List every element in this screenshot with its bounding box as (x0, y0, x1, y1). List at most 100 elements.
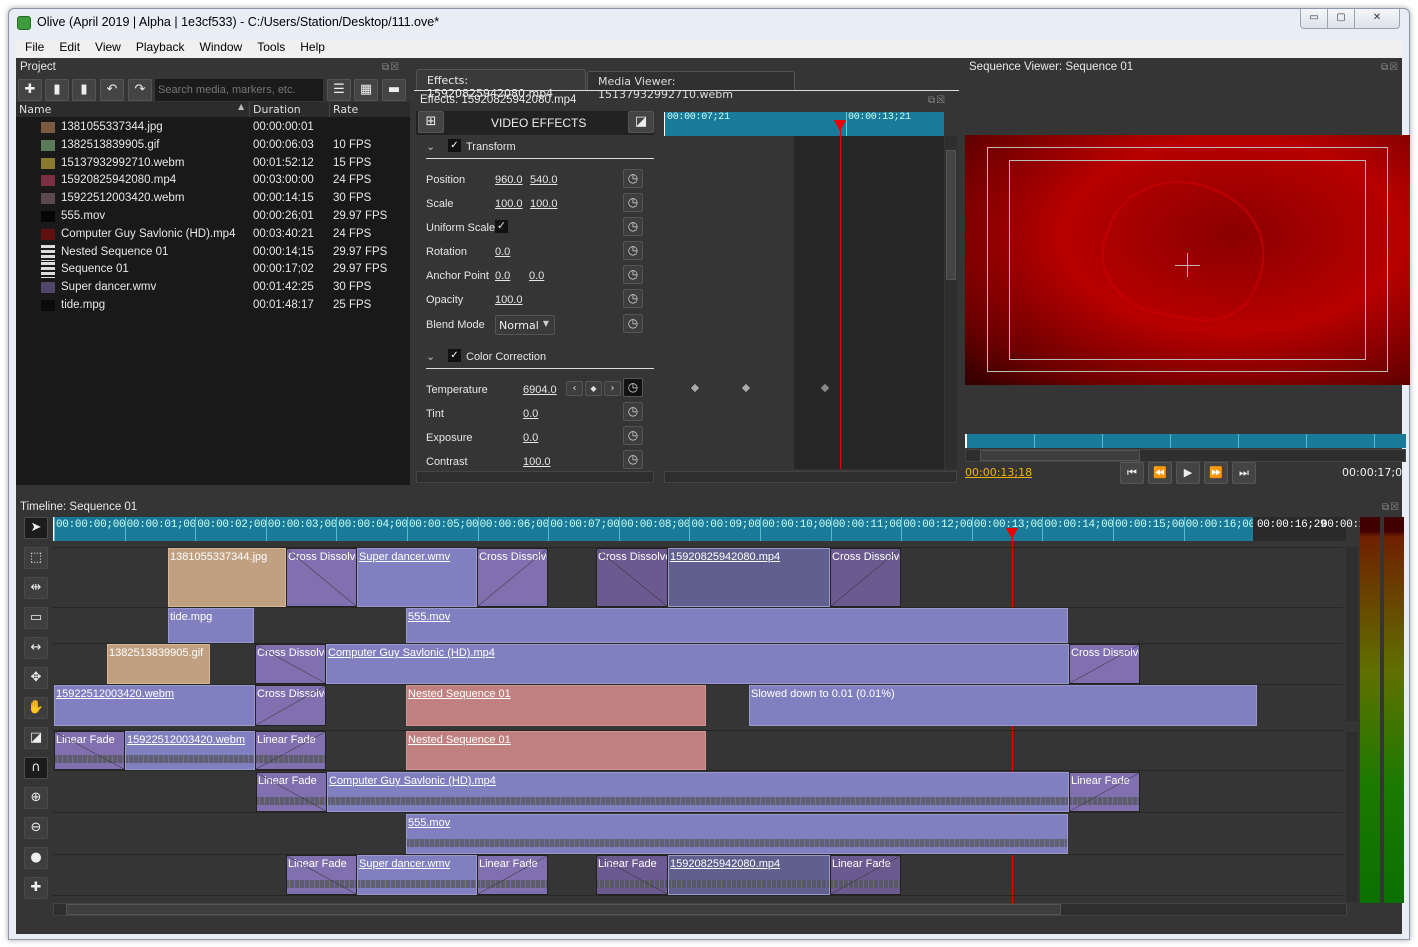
transition-clip[interactable]: Linear Fade (255, 731, 326, 770)
menu-playback[interactable]: Playback (127, 39, 191, 54)
keyframe-toggle-button[interactable]: ◷ (623, 193, 643, 212)
zoom-out-button[interactable]: ⊖ (24, 817, 48, 839)
timeline-clip[interactable]: 15920825942080.mp4 (668, 548, 830, 607)
collapse-chevron-icon[interactable]: ⌄ (426, 350, 435, 363)
record-button[interactable]: ● (24, 847, 48, 869)
transition-clip[interactable]: Cross Dissolve (596, 548, 668, 607)
viewer-ruler[interactable] (965, 434, 1406, 448)
transition-clip[interactable]: Cross Dissolve (255, 685, 326, 726)
timeline-clip[interactable]: 15922512003420.webm (54, 685, 255, 726)
add-effect-button[interactable]: ⊞ (418, 111, 444, 133)
tree-view-button[interactable]: ▬ (382, 79, 406, 101)
play-button[interactable]: ▶ (1176, 462, 1200, 484)
project-item[interactable]: tide.mpg 00:01:48:17 25 FPS (16, 297, 410, 315)
keyframe-diamond[interactable] (740, 382, 752, 394)
effects-horizontal-scrollbar[interactable] (416, 471, 654, 483)
keyframe-toggle-button[interactable]: ◷ (623, 450, 643, 469)
select-tool[interactable]: ⬚ (24, 547, 48, 569)
zoom-in-button[interactable]: ⊕ (24, 787, 48, 809)
keyframe-toggle-button[interactable]: ◷ (623, 169, 643, 188)
pointer-tool[interactable]: ➤ (24, 517, 48, 539)
close-button[interactable]: ✕ (1354, 9, 1400, 29)
temperature-value[interactable]: 6904.0 (523, 384, 557, 396)
tab-media-viewer[interactable]: Media Viewer: 15137932992710.webm (587, 71, 795, 101)
timeline-clip[interactable]: 555.mov (406, 608, 1068, 643)
transform-enable-checkbox[interactable]: ✓ (448, 139, 461, 152)
add-button[interactable]: ✚ (24, 877, 48, 899)
toggle-keyframe-button[interactable]: ◆ (585, 381, 602, 396)
keyframe-toggle-button[interactable]: ◷ (623, 289, 643, 308)
project-item[interactable]: 15920825942080.mp4 00:03:00:00 24 FPS (16, 172, 410, 190)
razor-tool[interactable]: ↔ (24, 637, 48, 659)
transition-clip[interactable]: Linear Fade (256, 772, 327, 812)
rolling-tool[interactable]: ▭ (24, 607, 48, 629)
timeline-horizontal-scrollbar[interactable] (53, 903, 1347, 916)
keyframe-horizontal-scrollbar[interactable] (664, 471, 957, 483)
viewer-current-timecode[interactable]: 00:00:13;18 (965, 466, 1032, 479)
keyframe-diamond[interactable] (689, 382, 701, 394)
project-item[interactable]: 15137932992710.webm 00:01:52:12 15 FPS (16, 155, 410, 173)
effects-keyframe-ruler[interactable]: 00:00:07;21 00:00:13;21 (664, 112, 944, 136)
transition-clip[interactable]: Linear Fade (830, 855, 901, 895)
timeline-clip[interactable]: tide.mpg (168, 608, 254, 643)
project-item[interactable]: 555.mov 00:00:26;01 29.97 FPS (16, 208, 410, 226)
scrollbar-thumb[interactable] (980, 450, 1140, 461)
timeline-clip[interactable]: 15920825942080.mp4 (668, 855, 830, 895)
collapse-chevron-icon[interactable]: ⌄ (426, 140, 435, 153)
slip-tool[interactable]: ✥ (24, 667, 48, 689)
menu-file[interactable]: File (16, 39, 50, 54)
menu-edit[interactable]: Edit (50, 39, 86, 54)
timeline-clip[interactable]: Computer Guy Savlonic (HD).mp4 (327, 772, 1069, 812)
keyframe-toggle-button[interactable]: ◷ (623, 314, 643, 333)
audio-tracks-scrollbar[interactable] (1346, 732, 1358, 902)
keyframe-toggle-button[interactable]: ◷ (623, 378, 643, 397)
panel-float-close-icons[interactable]: ⧉☒ (1382, 502, 1408, 514)
keyframe-toggle-button[interactable]: ◷ (623, 217, 643, 236)
go-to-end-button[interactable]: ⏭ (1232, 462, 1256, 484)
menu-tools[interactable]: Tools (248, 39, 291, 54)
column-duration[interactable]: Duration (253, 103, 301, 116)
timeline-clip[interactable]: 1382513839905.gif (107, 644, 210, 684)
exposure-value[interactable]: 0.0 (523, 432, 538, 444)
color-correction-enable-checkbox[interactable]: ✓ (448, 349, 461, 362)
panel-float-close-icons[interactable]: ⧉☒ (928, 95, 954, 107)
viewer-horizontal-scrollbar[interactable] (965, 449, 1406, 462)
new-item-button[interactable]: ✚ (18, 79, 42, 101)
keyframe-toggle-button[interactable]: ◷ (623, 265, 643, 284)
project-item[interactable]: Sequence 01 00:00:17;02 29.97 FPS (16, 261, 410, 279)
video-preview[interactable] (965, 135, 1410, 385)
transition-clip[interactable]: Linear Fade (54, 731, 125, 770)
timeline-clip[interactable]: 1381055337344.jpg (168, 548, 286, 607)
transition-clip[interactable]: Linear Fade (286, 855, 357, 895)
scale-x-value[interactable]: 100.0 (495, 198, 523, 210)
scrollbar-thumb[interactable] (66, 904, 1061, 915)
transition-clip[interactable]: Cross Dissolve (255, 644, 326, 684)
timeline-clip[interactable]: Nested Sequence 01 (406, 685, 706, 726)
add-transition-button[interactable]: ◪ (628, 111, 654, 133)
timeline-clip[interactable]: Super dancer.wmv (357, 548, 477, 607)
position-x-value[interactable]: 960.0 (495, 174, 523, 186)
tab-effects[interactable]: Effects: 15920825942080.mp4 (416, 69, 586, 100)
transition-clip[interactable]: Linear Fade (1069, 772, 1140, 812)
minimize-button[interactable]: ▭ (1300, 9, 1328, 29)
transition-clip[interactable]: Linear Fade (596, 855, 668, 895)
effects-vertical-scrollbar[interactable] (945, 136, 957, 469)
uniform-scale-checkbox[interactable]: ✓ (495, 220, 508, 233)
save-project-button[interactable]: ▮ (72, 79, 96, 101)
column-rate[interactable]: Rate (333, 103, 358, 116)
undo-button[interactable]: ↶ (100, 79, 124, 101)
project-item[interactable]: 1382513839905.gif 00:00:06:03 10 FPS (16, 137, 410, 155)
transition-tool[interactable]: ◪ (24, 727, 48, 749)
project-item[interactable]: Nested Sequence 01 00:00:14;15 29.97 FPS (16, 244, 410, 262)
transition-clip[interactable]: Cross Dissolve (830, 548, 901, 607)
ripple-tool[interactable]: ⇹ (24, 577, 48, 599)
project-search-input[interactable] (155, 79, 323, 101)
timeline-clip[interactable]: Nested Sequence 01 (406, 731, 706, 770)
timeline-clip[interactable]: Computer Guy Savlonic (HD).mp4 (326, 644, 1069, 684)
timeline-ruler[interactable]: 00:00:00;00 00:00:01;00 00:00:02;00 00:00:0… (53, 517, 1255, 541)
transition-clip[interactable]: Cross Dissolve (1069, 644, 1140, 684)
list-view-button[interactable]: ☰ (327, 79, 351, 101)
project-item[interactable]: Super dancer.wmv 00:01:42:25 30 FPS (16, 279, 410, 297)
prev-keyframe-button[interactable]: ‹ (566, 381, 583, 396)
keyframe-toggle-button[interactable]: ◷ (623, 426, 643, 445)
